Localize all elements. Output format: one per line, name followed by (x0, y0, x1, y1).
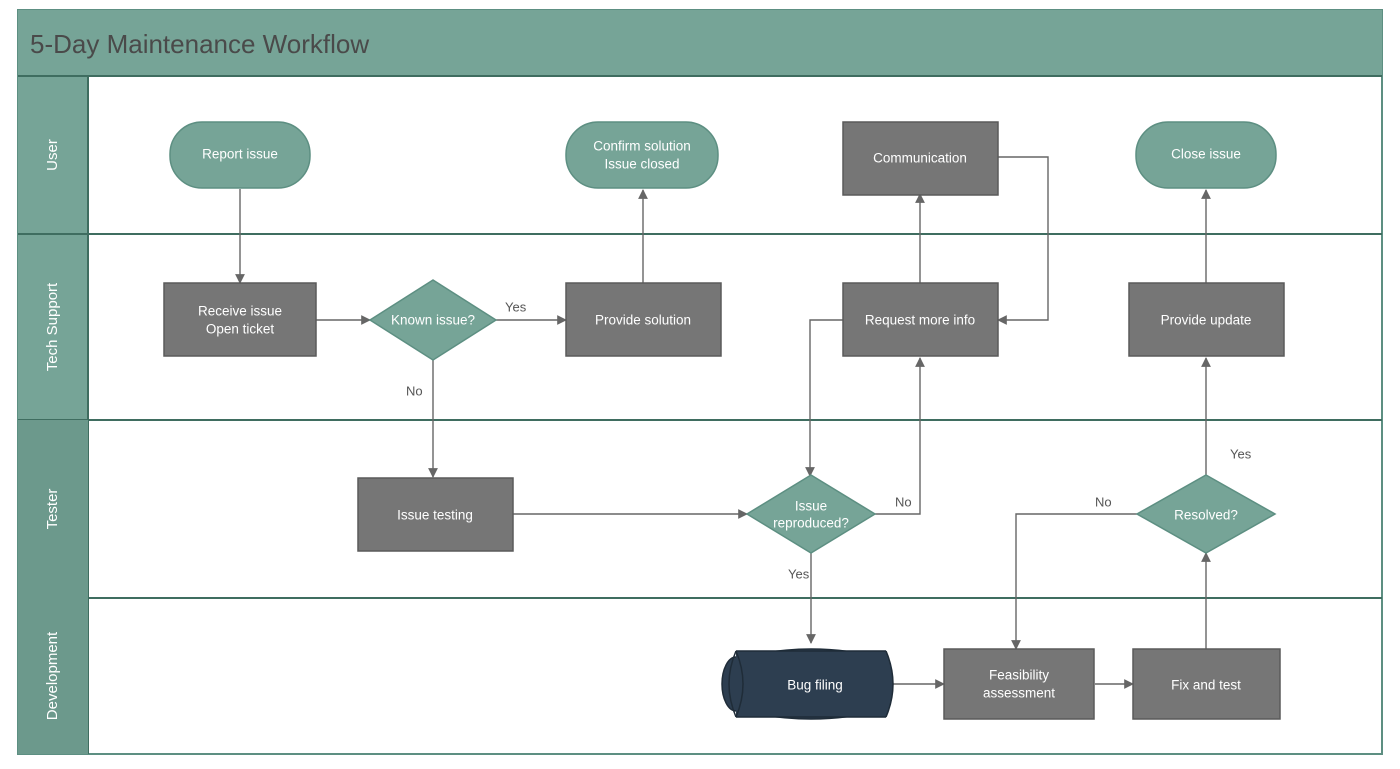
node-confirm-line1: Confirm solution (593, 139, 691, 154)
node-request-info[interactable]: Request more info (843, 283, 998, 356)
node-bug-label: Bug filing (787, 678, 843, 693)
node-bug-filing[interactable]: Bug filing (722, 649, 893, 719)
node-provide-update[interactable]: Provide update (1129, 283, 1284, 356)
node-receive-line1: Receive issue (198, 304, 282, 319)
edge-label-resolved-yes: Yes (1230, 446, 1252, 461)
lane-label-support: Tech Support (44, 282, 61, 371)
node-known-label: Known issue? (391, 313, 475, 328)
node-provide-solution[interactable]: Provide solution (566, 283, 721, 356)
node-fix-label: Fix and test (1171, 678, 1241, 693)
edge-label-resolved-no: No (1095, 494, 1112, 509)
node-confirm-solution[interactable]: Confirm solution Issue closed (566, 122, 718, 188)
lane-label-dev: Development (44, 631, 61, 720)
lane-label-user: User (44, 139, 61, 171)
node-feas-line2: assessment (983, 686, 1055, 701)
node-feasibility[interactable]: Feasibility assessment (944, 649, 1094, 719)
node-feas-line1: Feasibility (989, 668, 1049, 683)
diagram-title: 5-Day Maintenance Workflow (30, 29, 369, 59)
node-fix-and-test[interactable]: Fix and test (1133, 649, 1280, 719)
node-report-issue[interactable]: Report issue (170, 122, 310, 188)
node-issue-testing[interactable]: Issue testing (358, 478, 513, 551)
lane-label-tester: Tester (44, 489, 61, 530)
node-close-issue[interactable]: Close issue (1136, 122, 1276, 188)
node-close-label: Close issue (1171, 147, 1241, 162)
node-reqinfo-label: Request more info (865, 313, 975, 328)
diagram-container: 5-Day Maintenance Workflow User Tech Sup… (0, 0, 1400, 769)
node-resolved-label: Resolved? (1174, 508, 1238, 523)
node-update-label: Provide update (1161, 313, 1252, 328)
node-reproduced-line1: Issue (795, 499, 827, 514)
diagram-svg: 5-Day Maintenance Workflow User Tech Sup… (0, 0, 1400, 769)
node-testing-label: Issue testing (397, 508, 473, 523)
node-report-issue-label: Report issue (202, 147, 278, 162)
edge-label-known-no: No (406, 383, 423, 398)
node-communication[interactable]: Communication (843, 122, 998, 195)
node-receive-issue[interactable]: Receive issue Open ticket (164, 283, 316, 356)
node-solution-label: Provide solution (595, 313, 691, 328)
edge-label-reproduced-no: No (895, 494, 912, 509)
node-reproduced-line2: reproduced? (773, 516, 849, 531)
node-communication-label: Communication (873, 151, 967, 166)
node-receive-line2: Open ticket (206, 322, 275, 337)
edge-label-reproduced-yes: Yes (788, 566, 810, 581)
node-confirm-line2: Issue closed (604, 157, 679, 172)
edge-label-known-yes: Yes (505, 299, 527, 314)
